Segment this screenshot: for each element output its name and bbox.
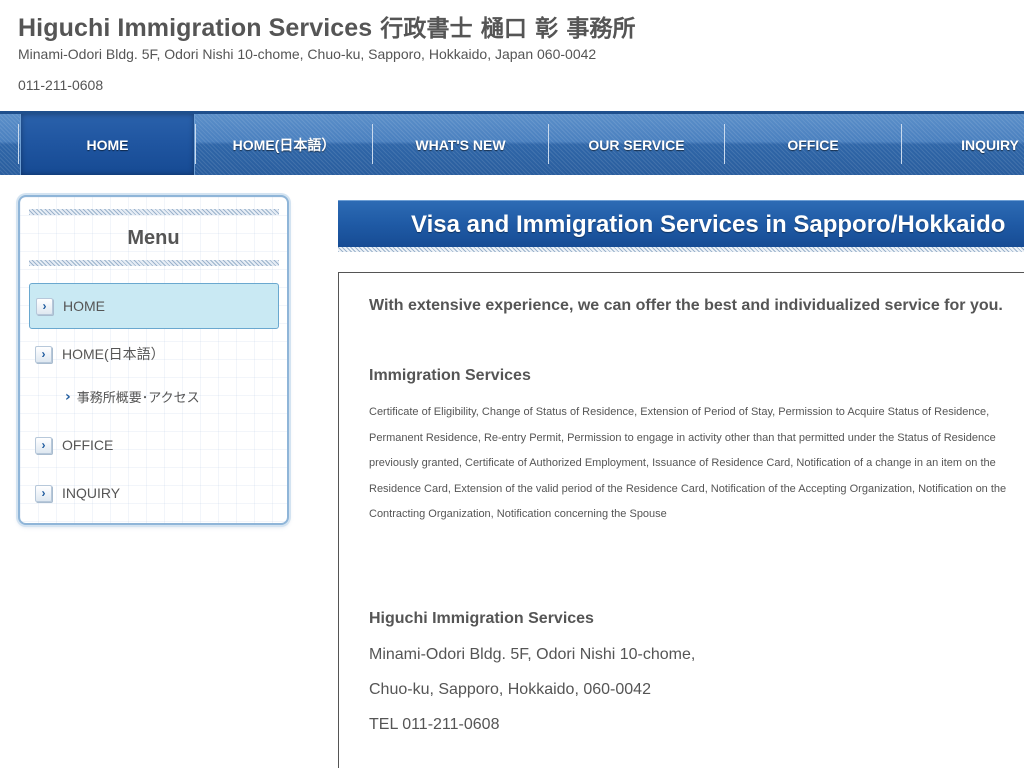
- chevron-right-icon: ›: [35, 484, 52, 502]
- site-title: Higuchi Immigration Services 行政書士 樋口 彰 事務…: [18, 9, 636, 43]
- sidebar-item-home-japanese[interactable]: › HOME(日本語）: [29, 331, 279, 377]
- page-heading-bar: Visa and Immigration Services in Sapporo…: [338, 200, 1024, 248]
- nav-item-home[interactable]: HOME: [20, 114, 195, 175]
- sidebar-item-label: HOME(日本語）: [62, 346, 165, 362]
- nav-item-whats-new[interactable]: WHAT'S NEW: [373, 114, 548, 175]
- sidebar-subitem-office-access[interactable]: › 事務所概要･アクセス: [65, 387, 200, 407]
- office-address-line-2: Chuo-ku, Sapporo, Hokkaido, 060-0042: [369, 681, 651, 698]
- office-address-line-1: Minami-Odori Bldg. 5F, Odori Nishi 10-ch…: [369, 646, 696, 663]
- nav-item-home-japanese[interactable]: HOME(日本語）: [196, 114, 372, 175]
- lead-text: With extensive experience, we can offer …: [369, 297, 1003, 314]
- site-phone: 011-211-0608: [18, 77, 104, 93]
- main-nav: HOME HOME(日本語） WHAT'S NEW OUR SERVICE OF…: [0, 111, 1024, 175]
- nav-item-inquiry[interactable]: INQUIRY: [902, 114, 1024, 175]
- site-title-en: Higuchi Immigration Services: [18, 14, 373, 42]
- site-address: Minami-Odori Bldg. 5F, Odori Nishi 10-ch…: [18, 46, 597, 62]
- services-text: Certificate of Eligibility, Change of St…: [369, 406, 1007, 521]
- chevron-right-icon: ›: [35, 436, 52, 454]
- main-content: With extensive experience, we can offer …: [338, 272, 1024, 768]
- sidebar-subitem-label: 事務所概要･アクセス: [76, 391, 200, 406]
- chevron-right-icon: ›: [36, 297, 53, 315]
- chevron-right-icon: ›: [65, 388, 71, 405]
- nav-item-office[interactable]: OFFICE: [725, 114, 901, 175]
- nav-separator: [18, 124, 19, 164]
- menu-title: Menu: [127, 227, 180, 249]
- office-title: Higuchi Immigration Services: [369, 610, 594, 627]
- sidebar-item-label: INQUIRY: [62, 485, 121, 501]
- menu-divider: [29, 209, 279, 215]
- site-title-jp: 行政書士 樋口 彰 事務所: [380, 16, 636, 42]
- sidebar-item-label: OFFICE: [62, 437, 114, 453]
- sidebar-item-label: HOME: [63, 298, 105, 314]
- office-tel: TEL 011-211-0608: [369, 716, 500, 733]
- nav-item-our-service[interactable]: OUR SERVICE: [549, 114, 724, 175]
- heading-divider: [338, 247, 1024, 252]
- services-title: Immigration Services: [369, 367, 531, 384]
- sidebar-item-office[interactable]: › OFFICE: [29, 422, 279, 468]
- sidebar-item-home[interactable]: › HOME: [29, 283, 279, 329]
- chevron-right-icon: ›: [35, 345, 52, 363]
- menu-divider: [29, 260, 279, 266]
- page-title: Visa and Immigration Services in Sapporo…: [411, 210, 1006, 238]
- sidebar-item-inquiry[interactable]: › INQUIRY: [29, 470, 279, 516]
- sidebar-menu: Menu › HOME › HOME(日本語） › 事務所概要･アクセス › O…: [18, 195, 289, 525]
